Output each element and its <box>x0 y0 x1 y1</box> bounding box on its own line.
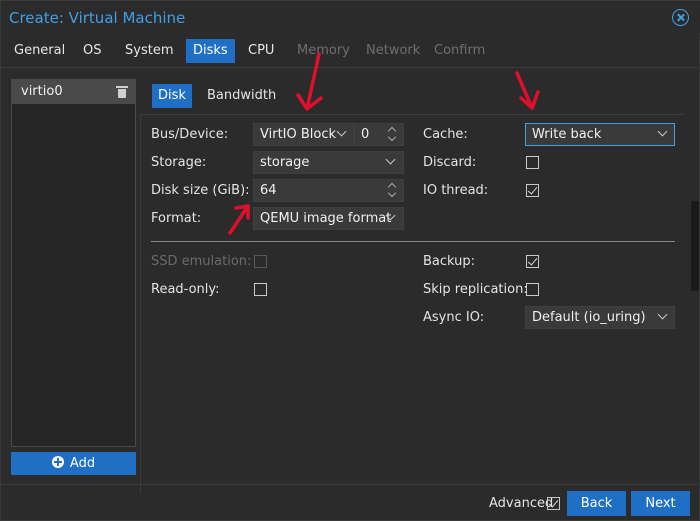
storage-value: storage <box>260 155 310 170</box>
tab-bandwidth[interactable]: Bandwidth <box>201 84 282 108</box>
advanced-divider <box>151 241 675 242</box>
dialog-title: Create: Virtual Machine <box>9 9 186 27</box>
close-icon[interactable] <box>672 9 689 26</box>
io-thread-checkbox[interactable] <box>526 184 539 197</box>
tab-confirm: Confirm <box>434 43 486 58</box>
advanced-label: Advanced <box>489 496 554 511</box>
tabs-divider <box>1 67 700 68</box>
cache-value: Write back <box>532 127 602 142</box>
cache-label: Cache: <box>423 127 468 142</box>
title-bar: Create: Virtual Machine <box>1 1 700 33</box>
arrow-cache <box>515 71 540 110</box>
backup-checkbox[interactable] <box>526 255 539 268</box>
device-value: 0 <box>361 127 370 142</box>
tab-cpu[interactable]: CPU <box>241 39 281 63</box>
async-io-label: Async IO: <box>423 310 485 325</box>
skip-replication-checkbox[interactable] <box>526 283 539 296</box>
disk-size-label: Disk size (GiB): <box>151 183 250 198</box>
back-button[interactable]: Back <box>567 491 626 516</box>
format-value: QEMU image format <box>260 211 392 226</box>
storage-select[interactable]: storage <box>253 151 404 174</box>
backup-label: Backup: <box>423 254 476 269</box>
tab-disks[interactable]: Disks <box>186 39 235 63</box>
read-only-label: Read-only: <box>151 282 220 297</box>
discard-checkbox[interactable] <box>526 156 539 169</box>
async-io-value: Default (io_uring) <box>532 310 646 325</box>
disk-size-spinner-icon[interactable] <box>387 183 397 197</box>
add-disk-button[interactable]: Add <box>11 452 136 475</box>
tab-general[interactable]: General <box>7 39 72 63</box>
footer-divider <box>1 484 700 485</box>
cache-select[interactable]: Write back <box>525 123 675 146</box>
disk-form-panel <box>140 114 685 494</box>
trash-icon[interactable] <box>116 86 128 98</box>
skip-replication-label: Skip replication: <box>423 282 528 297</box>
bus-value: VirtIO Block <box>260 127 337 142</box>
tab-memory: Memory <box>297 43 350 58</box>
tab-network: Network <box>366 43 421 58</box>
ssd-emulation-label: SSD emulation: <box>151 254 252 269</box>
disk-size-field[interactable]: 64 <box>253 179 404 202</box>
async-io-select[interactable]: Default (io_uring) <box>525 306 675 329</box>
edge-scrollbar <box>691 201 699 291</box>
list-item-virtio0[interactable]: virtio0 <box>12 80 135 104</box>
add-button-label: Add <box>69 456 96 471</box>
io-thread-label: IO thread: <box>423 183 489 198</box>
advanced-checkbox[interactable] <box>547 497 560 510</box>
create-vm-dialog: Create: Virtual Machine General OS Syste… <box>0 0 700 521</box>
tab-system[interactable]: System <box>118 39 180 63</box>
list-item-label: virtio0 <box>21 84 63 99</box>
device-spinner-icon[interactable] <box>387 127 397 141</box>
ssd-emulation-checkbox <box>254 255 267 268</box>
bus-device-label: Bus/Device: <box>151 127 229 142</box>
plus-circle-icon <box>51 456 64 468</box>
next-button[interactable]: Next <box>631 491 690 516</box>
read-only-checkbox[interactable] <box>254 283 267 296</box>
format-select[interactable]: QEMU image format <box>253 207 404 230</box>
storage-label: Storage: <box>151 155 207 170</box>
format-label: Format: <box>151 211 202 226</box>
tab-disk[interactable]: Disk <box>152 84 192 108</box>
tab-os[interactable]: OS <box>76 39 108 63</box>
disk-list: virtio0 <box>11 79 136 447</box>
disk-size-value: 64 <box>260 183 277 198</box>
discard-label: Discard: <box>423 155 477 170</box>
